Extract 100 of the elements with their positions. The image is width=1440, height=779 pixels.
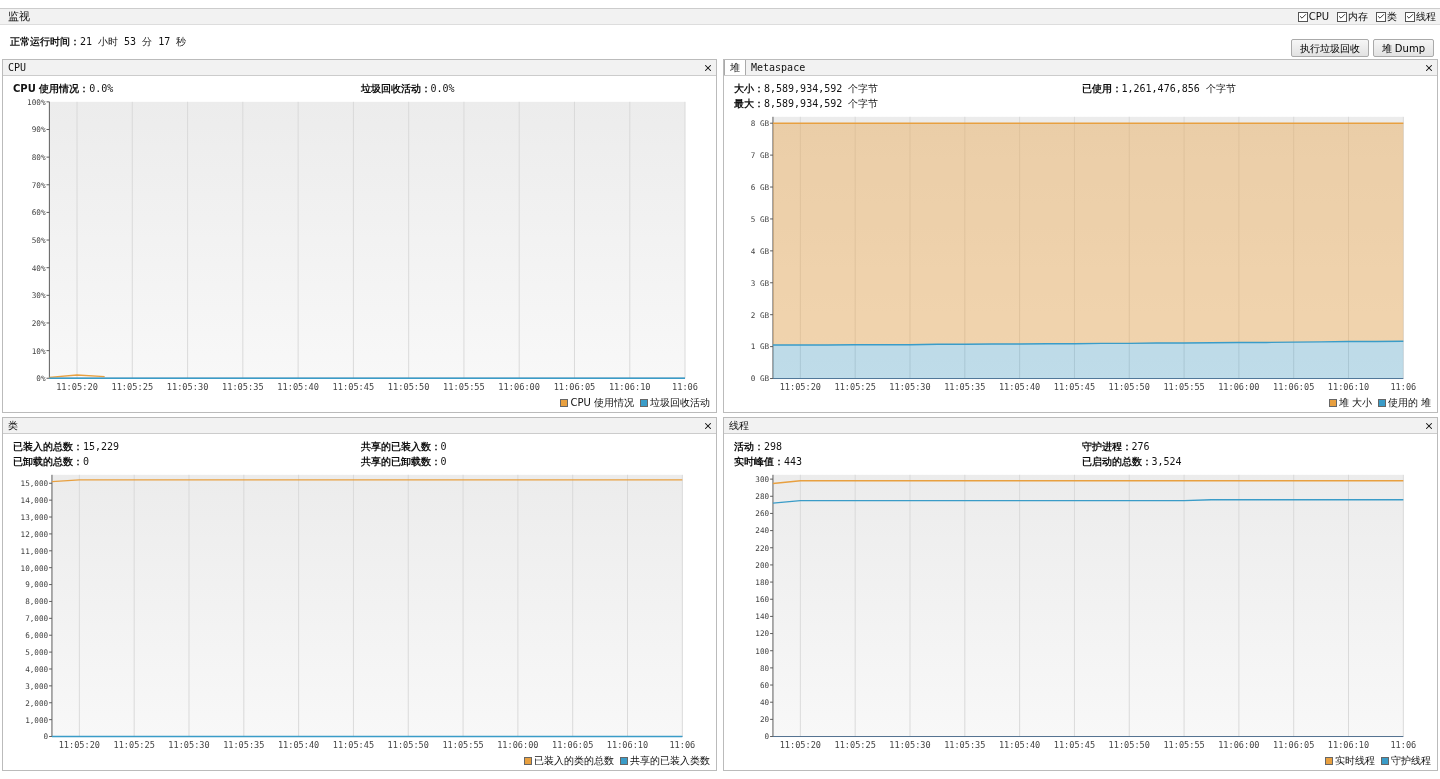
checkbox-label[interactable]: 线程 bbox=[1416, 9, 1436, 24]
section-title: 监视 bbox=[8, 9, 30, 24]
axis-label: 14,000 bbox=[20, 496, 49, 506]
checkbox-label[interactable]: 内存 bbox=[1348, 9, 1368, 24]
axis-label: 11:05:25 bbox=[111, 382, 154, 393]
axis-label: 11:06:10 bbox=[606, 740, 649, 751]
legend-item: 堆 大小 bbox=[1328, 396, 1372, 410]
axis-label: 0 bbox=[764, 732, 770, 742]
axis-label: 20 bbox=[759, 715, 770, 725]
axis-label: 220 bbox=[755, 543, 770, 553]
axis-label: 7,000 bbox=[25, 614, 49, 624]
panel-tab[interactable]: 堆 bbox=[724, 60, 746, 76]
axis-label: 11:06 bbox=[672, 382, 699, 393]
stat-text: 共享的已卸载数：0 bbox=[360, 455, 448, 470]
axis-label: 15,000 bbox=[20, 479, 49, 489]
axis-label: 80% bbox=[31, 153, 46, 163]
axis-label: 1 GB bbox=[750, 342, 770, 352]
axis-label: 13,000 bbox=[20, 513, 49, 523]
axis-label: 7 GB bbox=[750, 151, 770, 161]
axis-label: 11:05:45 bbox=[332, 382, 375, 393]
axis-label: 11:05:25 bbox=[113, 740, 155, 751]
axis-label: 11:05:30 bbox=[166, 382, 209, 393]
legend-item: 实时线程 bbox=[1325, 754, 1375, 768]
axis-label: 240 bbox=[755, 526, 770, 536]
axis-label: 5,000 bbox=[25, 648, 49, 658]
axis-label: 2 GB bbox=[750, 310, 770, 320]
axis-label: 11:05:40 bbox=[998, 382, 1041, 393]
axis-label: 40 bbox=[759, 698, 770, 708]
stat-text: 已装入的总数：15,229 bbox=[13, 440, 121, 455]
axis-label: 70% bbox=[31, 181, 46, 191]
stat-text: 已卸载的总数：0 bbox=[13, 455, 91, 470]
axis-label: 9,000 bbox=[25, 580, 49, 590]
axis-label: 11:06 bbox=[669, 740, 696, 751]
axis-label: 0% bbox=[36, 374, 46, 384]
axis-label: 11:05:50 bbox=[387, 740, 429, 751]
axis-label: 80 bbox=[759, 664, 770, 674]
check-icon bbox=[1338, 12, 1346, 21]
axis-label: 11,000 bbox=[20, 546, 49, 556]
stat-text: 活动：298 bbox=[734, 440, 784, 455]
checkbox[interactable] bbox=[1337, 11, 1347, 22]
axis-label: 20% bbox=[31, 319, 46, 329]
panel-tab[interactable]: 线程 bbox=[724, 418, 754, 434]
uptime-text: 正常运行时间：21 小时 53 分 17 秒 bbox=[10, 35, 187, 49]
axis-label: 11:05:30 bbox=[889, 740, 931, 751]
axis-label: 11:06:05 bbox=[1273, 382, 1315, 393]
axis-label: 11:05:20 bbox=[779, 740, 821, 751]
axis-label: 10% bbox=[31, 346, 46, 356]
axis-label: 11:06:05 bbox=[553, 382, 596, 393]
axis-label: 11:05:55 bbox=[1163, 740, 1205, 751]
checkbox[interactable] bbox=[1405, 11, 1415, 22]
axis-label: 11:05:35 bbox=[944, 382, 986, 393]
axis-label: 11:05:40 bbox=[277, 740, 320, 751]
axis-label: 5 GB bbox=[750, 215, 770, 225]
axis-label: 11:06 bbox=[1390, 382, 1417, 393]
axis-label: 2,000 bbox=[25, 698, 49, 708]
axis-label: 11:06:10 bbox=[608, 382, 651, 393]
gc-button[interactable]: 执行垃圾回收 bbox=[1290, 39, 1369, 57]
stat-text: 已使用：1,261,476,856 个字节 bbox=[1081, 82, 1237, 97]
axis-label: 180 bbox=[755, 578, 770, 588]
axis-label: 60% bbox=[31, 208, 46, 218]
axis-label: 100 bbox=[755, 646, 770, 656]
axis-label: 3 GB bbox=[750, 278, 770, 288]
axis-label: 200 bbox=[755, 561, 770, 571]
checkbox-label[interactable]: 类 bbox=[1387, 9, 1397, 24]
heap-dump-button[interactable]: 堆 Dump bbox=[1372, 39, 1434, 57]
checkbox-label[interactable]: CPU bbox=[1308, 11, 1329, 22]
close-icon[interactable] bbox=[703, 62, 713, 73]
axis-label: 11:06:00 bbox=[497, 740, 539, 751]
axis-label: 11:05:25 bbox=[834, 740, 876, 751]
legend-item: 使用的 堆 bbox=[1377, 396, 1431, 410]
stat-text: 已启动的总数：3,524 bbox=[1081, 455, 1183, 470]
axis-label: 11:05:20 bbox=[779, 382, 821, 393]
axis-label: 140 bbox=[755, 612, 770, 622]
axis-label: 11:05:45 bbox=[1053, 382, 1096, 393]
check-icon bbox=[1377, 12, 1385, 21]
axis-label: 0 GB bbox=[750, 374, 770, 384]
axis-label: 11:05:35 bbox=[223, 740, 265, 751]
axis-label: 11:05:35 bbox=[222, 382, 264, 393]
panel-tab[interactable]: 类 bbox=[3, 418, 23, 434]
close-icon[interactable] bbox=[1424, 62, 1434, 73]
axis-label: 4,000 bbox=[25, 665, 49, 675]
axis-label: 11:06:05 bbox=[552, 740, 594, 751]
panel-tab[interactable]: Metaspace bbox=[746, 60, 811, 76]
axis-label: 100% bbox=[27, 98, 46, 108]
stat-text: 守护进程：276 bbox=[1081, 440, 1151, 455]
checkbox[interactable] bbox=[1297, 11, 1308, 22]
axis-label: 11:06:10 bbox=[1327, 382, 1370, 393]
legend-item: 守护线程 bbox=[1381, 754, 1431, 768]
axis-label: 11:05:40 bbox=[277, 382, 319, 393]
stat-text: CPU 使用情况：0.0% bbox=[13, 82, 115, 97]
axis-label: 40% bbox=[31, 264, 46, 273]
axis-label: 11:05:25 bbox=[834, 382, 876, 393]
checkbox[interactable] bbox=[1376, 11, 1386, 22]
close-icon[interactable] bbox=[703, 420, 713, 431]
panel-tab[interactable]: CPU bbox=[3, 60, 32, 76]
axis-label: 11:05:30 bbox=[168, 740, 210, 751]
axis-label: 4 GB bbox=[750, 247, 770, 256]
axis-label: 11:06:10 bbox=[1327, 740, 1370, 751]
axis-label: 11:05:55 bbox=[1163, 382, 1205, 393]
close-icon[interactable] bbox=[1424, 420, 1434, 431]
